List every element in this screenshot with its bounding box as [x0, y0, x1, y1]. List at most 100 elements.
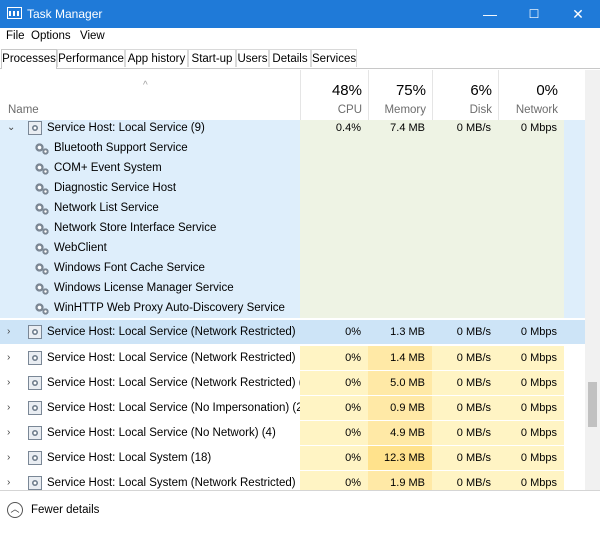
process-row[interactable]: › Service Host: Local Service (Network R… [0, 346, 585, 370]
tab-processes[interactable]: Processes [1, 49, 57, 69]
close-button[interactable]: ✕ [556, 0, 600, 28]
service-name: WebClient [54, 242, 107, 254]
service-icon [34, 261, 49, 275]
chevron-right-icon[interactable]: › [7, 371, 10, 395]
cpu-value: 0% [300, 346, 368, 370]
chevron-right-icon[interactable]: › [7, 471, 10, 490]
task-manager-icon [7, 7, 22, 19]
process-name: Service Host: Local System (Network Rest… [47, 477, 296, 489]
service-icon [34, 201, 49, 215]
sort-caret-icon: ^ [143, 80, 148, 91]
tab-details[interactable]: Details [269, 49, 311, 67]
maximize-button[interactable]: ☐ [512, 0, 556, 28]
service-name: Windows Font Cache Service [54, 262, 205, 274]
process-row[interactable]: › Service Host: Local Service (No Impers… [0, 396, 585, 420]
service-host-icon [28, 351, 42, 365]
service-name: Windows License Manager Service [54, 282, 234, 294]
memory-value: 0.9 MB [368, 396, 432, 420]
process-row[interactable]: › Service Host: Local Service (Network R… [0, 320, 585, 344]
fewer-details-button[interactable]: Fewer details [31, 504, 99, 516]
process-row[interactable]: › Service Host: Local System (18) 0% 12.… [0, 446, 585, 470]
tab-services[interactable]: Services [311, 49, 357, 67]
service-row[interactable]: Network Store Interface Service [0, 218, 585, 238]
column-disk[interactable]: 6% Disk [432, 70, 498, 120]
service-row[interactable]: WebClient [0, 238, 585, 258]
service-icon [34, 301, 49, 315]
process-name: Service Host: Local Service (No Imperson… [47, 402, 307, 414]
service-host-icon [28, 476, 42, 490]
tab-start-up[interactable]: Start-up [188, 49, 236, 67]
chevron-right-icon[interactable]: › [7, 396, 10, 420]
memory-value: 5.0 MB [368, 371, 432, 395]
network-value: 0 Mbps [498, 346, 564, 370]
column-memory[interactable]: 75% Memory [368, 70, 432, 120]
memory-value: 1.4 MB [368, 346, 432, 370]
disk-label: Disk [469, 104, 492, 116]
process-row[interactable]: › Service Host: Local Service (Network R… [0, 371, 585, 395]
disk-value: 0 MB/s [456, 326, 491, 338]
service-icon [34, 161, 49, 175]
process-list: ⌄ Service Host: Local Service (9) 0.4% 7… [0, 120, 585, 490]
disk-value: 0 MB/s [432, 346, 498, 370]
process-name-cell: ⌄ Service Host: Local Service (9) [0, 120, 300, 138]
service-row[interactable]: Windows Font Cache Service [0, 258, 585, 278]
cpu-label: CPU [337, 104, 362, 116]
tab-bar: Processes Performance App history Start-… [0, 49, 600, 69]
menu-view[interactable]: View [80, 30, 105, 42]
chevron-right-icon[interactable]: › [7, 346, 10, 370]
chevron-right-icon[interactable]: › [7, 446, 10, 470]
process-name: Service Host: Local Service (No Network)… [47, 427, 276, 439]
menu-bar: File Options View [0, 28, 600, 46]
service-host-icon [28, 401, 42, 415]
process-row[interactable]: › Service Host: Local Service (No Networ… [0, 421, 585, 445]
service-name: COM+ Event System [54, 162, 162, 174]
service-icon [34, 221, 49, 235]
footer: ︿ Fewer details [0, 490, 600, 535]
service-row[interactable]: Diagnostic Service Host [0, 178, 585, 198]
menu-options[interactable]: Options [31, 30, 71, 42]
memory-value: 1.3 MB [390, 326, 425, 338]
cpu-value: 0% [300, 471, 368, 490]
disk-value: 0 MB/s [432, 396, 498, 420]
disk-value: 0 MB/s [432, 421, 498, 445]
cpu-value: 0.4% [300, 120, 368, 138]
tab-performance[interactable]: Performance [57, 49, 125, 67]
menu-file[interactable]: File [6, 30, 25, 42]
process-name: Service Host: Local Service (Network Res… [47, 377, 313, 389]
service-host-icon [28, 376, 42, 390]
service-row[interactable]: Windows License Manager Service [0, 278, 585, 298]
chevron-up-circle-icon[interactable]: ︿ [7, 502, 23, 518]
tab-app-history[interactable]: App history [125, 49, 188, 67]
column-cpu[interactable]: 48% CPU [300, 70, 368, 120]
tab-users[interactable]: Users [236, 49, 269, 67]
title-bar: Task Manager — ☐ ✕ [0, 0, 600, 28]
memory-value: 4.9 MB [368, 421, 432, 445]
chevron-right-icon[interactable]: › [7, 421, 10, 445]
process-group-row[interactable]: ⌄ Service Host: Local Service (9) 0.4% 7… [0, 120, 585, 138]
cpu-value: 0% [300, 446, 368, 470]
service-row[interactable]: Network List Service [0, 198, 585, 218]
service-row[interactable]: WinHTTP Web Proxy Auto-Discovery Service [0, 298, 585, 318]
cpu-value: 0% [300, 396, 368, 420]
vertical-scrollbar[interactable] [585, 70, 600, 490]
chevron-right-icon[interactable]: › [7, 320, 10, 344]
network-value: 0 Mbps [520, 326, 557, 338]
scrollbar-thumb[interactable] [588, 382, 597, 427]
column-network[interactable]: 0% Network [498, 70, 564, 120]
service-name: Diagnostic Service Host [54, 182, 177, 194]
chevron-down-icon[interactable]: ⌄ [7, 120, 15, 138]
network-value: 0 Mbps [498, 446, 564, 470]
service-row[interactable]: COM+ Event System [0, 158, 585, 178]
network-value: 0 Mbps [498, 396, 564, 420]
disk-value: 0 MB/s [432, 120, 498, 138]
disk-value: 0 MB/s [432, 446, 498, 470]
cpu-percent: 48% [331, 82, 362, 99]
column-name[interactable]: Name [8, 104, 39, 116]
window-title: Task Manager [27, 7, 103, 21]
service-row[interactable]: Bluetooth Support Service [0, 138, 585, 158]
memory-label: Memory [384, 104, 426, 116]
process-row[interactable]: › Service Host: Local System (Network Re… [0, 471, 585, 490]
memory-value: 12.3 MB [368, 446, 432, 470]
minimize-button[interactable]: — [468, 0, 512, 28]
network-value: 0 Mbps [498, 421, 564, 445]
